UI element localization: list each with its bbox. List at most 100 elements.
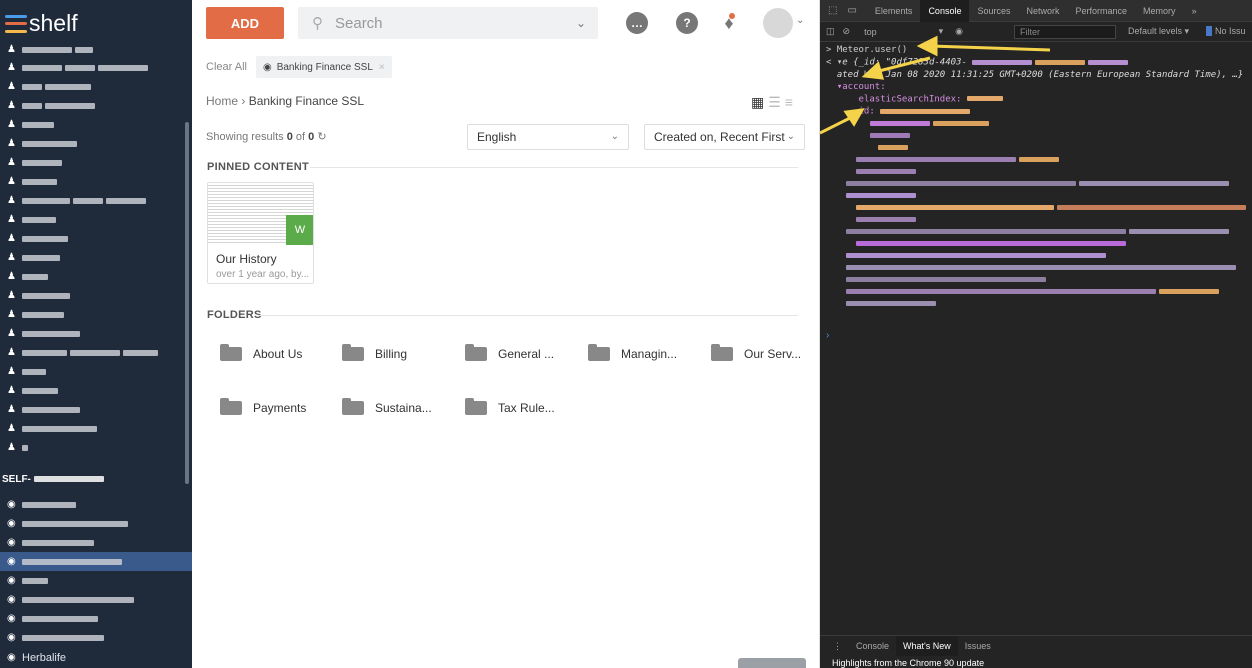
grid-view-icon[interactable]: ▦ [751, 94, 768, 110]
folder-item[interactable]: General ... [465, 344, 554, 364]
main-content: ADD ⚲ Search ⌄ … ? ♦ ⌄ Clear All ◉ Banki… [192, 0, 820, 668]
drawer-tab-whats-new[interactable]: What's New [896, 635, 958, 656]
folder-icon [220, 344, 242, 361]
sidebar-item[interactable]: ♟ [0, 96, 192, 115]
sidebar-item[interactable]: ♟ [0, 134, 192, 153]
globe-icon: ◉ [7, 499, 16, 510]
drawer-menu-icon[interactable]: ⋮ [826, 636, 849, 656]
users-icon: ♟ [7, 195, 16, 206]
annotation-arrows [820, 35, 1051, 135]
breadcrumb-home[interactable]: Home [206, 94, 238, 108]
blurred-line [826, 190, 1246, 202]
compact-view-icon[interactable]: ≡ [785, 94, 797, 110]
sidebar-item[interactable]: ♟ [0, 419, 192, 438]
language-select[interactable]: English ⌄ [467, 124, 629, 150]
users-icon: ♟ [7, 271, 16, 282]
sidebar-item[interactable]: ♟ [0, 115, 192, 134]
sidebar-item[interactable]: ♟ [0, 400, 192, 419]
arrow-head [843, 108, 865, 127]
chevron-down-icon[interactable]: ⌄ [576, 16, 586, 30]
folder-label: General ... [498, 347, 555, 361]
blurred-line [826, 298, 1246, 310]
sidebar-item[interactable]: ♟ [0, 286, 192, 305]
sidebar-item[interactable]: ♟ [0, 267, 192, 286]
sidebar-item[interactable]: ♟ [0, 229, 192, 248]
search-input[interactable]: ⚲ Search ⌄ [298, 7, 598, 39]
folder-item[interactable]: Billing [342, 344, 407, 364]
users-icon: ♟ [7, 385, 16, 396]
sidebar-item-selected[interactable]: ◉ [0, 552, 192, 571]
folder-icon [588, 344, 610, 361]
view-toggle[interactable]: ▦☰≡ [751, 94, 797, 111]
sidebar-item[interactable]: ♟ [0, 210, 192, 229]
clear-all-link[interactable]: Clear All [206, 61, 247, 73]
logo-icon [5, 14, 27, 33]
sidebar-item[interactable]: ♟ [0, 153, 192, 172]
chat-icon[interactable]: … [626, 12, 648, 34]
drawer-tab-console[interactable]: Console [849, 636, 896, 656]
divider [259, 315, 798, 316]
sidebar-item[interactable]: ◉ [0, 571, 192, 590]
folder-item[interactable]: Tax Rule... [465, 398, 555, 418]
folder-icon [342, 398, 364, 415]
devtools-panel: ⬚ ▭ Elements Console Sources Network Per… [820, 0, 1252, 668]
folder-item[interactable]: About Us [220, 344, 302, 364]
sidebar-item[interactable]: ♟ [0, 191, 192, 210]
users-icon: ♟ [7, 119, 16, 130]
chevron-down-icon[interactable]: ⌄ [796, 15, 804, 26]
sidebar-item[interactable]: ◉ [0, 628, 192, 647]
sidebar-item[interactable]: ◉ [0, 533, 192, 552]
sidebar-item[interactable]: ♟ [0, 381, 192, 400]
sidebar-item[interactable]: ♟ [0, 305, 192, 324]
sidebar-item[interactable]: ♟ [0, 438, 192, 457]
sidebar-item[interactable]: ◉ [0, 514, 192, 533]
blurred-line [826, 202, 1246, 214]
refresh-icon[interactable]: ↻ [317, 131, 326, 143]
folder-label: Sustaina... [375, 401, 432, 415]
divider [310, 167, 798, 168]
sidebar-item[interactable]: ♟ [0, 324, 192, 343]
floating-button[interactable] [738, 658, 806, 668]
pinned-card[interactable]: W Our History over 1 year ago, by... [207, 182, 314, 284]
sidebar-item[interactable]: ♟ [0, 343, 192, 362]
arrow-line [874, 56, 931, 74]
sidebar-item[interactable]: ◉ [0, 609, 192, 628]
globe-icon: ◉ [262, 61, 272, 73]
drawer-tab-issues[interactable]: Issues [958, 636, 998, 656]
users-icon: ♟ [7, 347, 16, 358]
globe-icon: ◉ [7, 518, 16, 529]
drawer-tabbar: ⋮ Console What's New Issues [820, 635, 1252, 656]
users-icon: ♟ [7, 309, 16, 320]
blurred-line [826, 214, 1246, 226]
sort-select[interactable]: Created on, Recent First ⌄ [644, 124, 805, 150]
sidebar-item[interactable]: ♟ [0, 362, 192, 381]
folder-item[interactable]: Our Serv... [711, 344, 801, 364]
sidebar-item[interactable]: ♟ [0, 77, 192, 96]
sidebar-item-herbalife[interactable]: ◉ Herbalife [0, 648, 192, 667]
search-icon: ⚲ [312, 15, 323, 32]
chevron-down-icon: ⌄ [610, 131, 619, 142]
sidebar-item[interactable]: ♟ [0, 248, 192, 267]
close-icon[interactable]: × [379, 62, 385, 73]
globe-icon: ◉ [7, 575, 16, 586]
folder-item[interactable]: Payments [220, 398, 306, 418]
add-button[interactable]: ADD [206, 7, 284, 39]
results-count: Showing results 0 of 0 ↻ [206, 131, 327, 143]
users-icon: ♟ [7, 157, 16, 168]
sidebar-item[interactable]: ◉ [0, 495, 192, 514]
sidebar-item[interactable]: ♟ [0, 58, 192, 77]
folder-item[interactable]: Sustaina... [342, 398, 432, 418]
folder-label: Our Serv... [744, 347, 802, 361]
filter-chip[interactable]: ◉ Banking Finance SSL × [255, 56, 392, 78]
users-icon: ♟ [7, 176, 16, 187]
avatar[interactable] [763, 8, 793, 38]
logo-text: shelf [29, 10, 78, 36]
shelf-logo[interactable]: shelf [5, 10, 78, 37]
sidebar-item[interactable]: ♟ [0, 40, 192, 59]
sidebar-item[interactable]: ◉ [0, 590, 192, 609]
console-prompt[interactable]: › [826, 330, 829, 341]
folder-item[interactable]: Managin... [588, 344, 677, 364]
list-view-icon[interactable]: ☰ [768, 94, 785, 110]
help-icon[interactable]: ? [676, 12, 698, 34]
sidebar-item[interactable]: ♟ [0, 172, 192, 191]
